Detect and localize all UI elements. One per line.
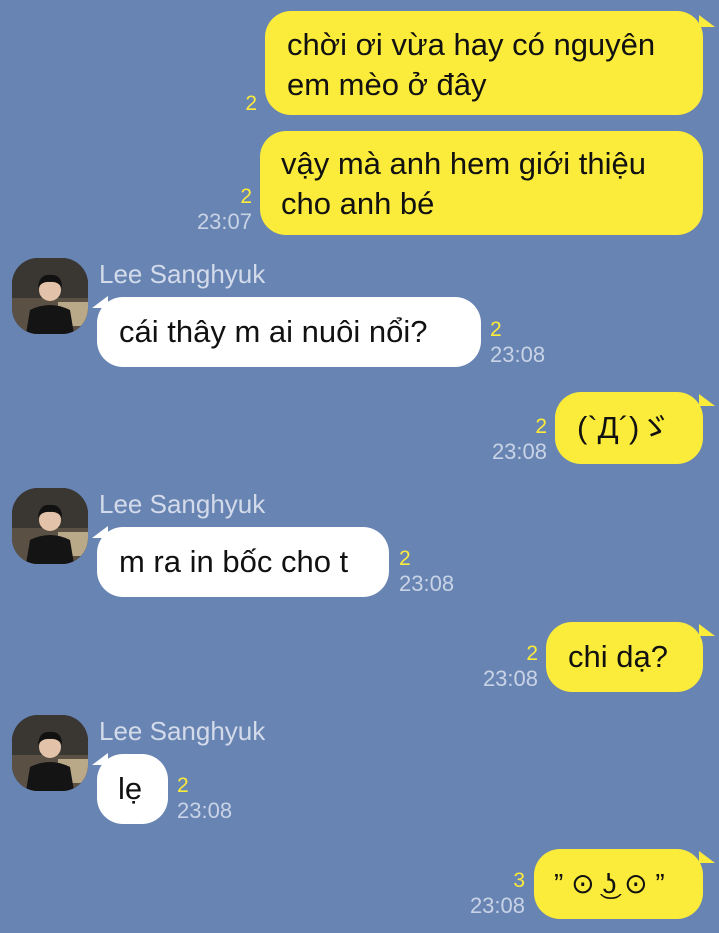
timestamp: 23:07 bbox=[196, 209, 252, 234]
profile-photo-icon bbox=[12, 488, 88, 564]
timestamp: 23:08 bbox=[469, 893, 525, 918]
avatar[interactable] bbox=[12, 488, 88, 564]
message-meta: 2 23:08 bbox=[490, 318, 545, 368]
bubble-tail bbox=[699, 15, 715, 27]
message-meta: 2 23:08 bbox=[177, 774, 232, 824]
message-meta: 2 23:08 bbox=[399, 547, 454, 597]
timestamp: 23:08 bbox=[491, 439, 547, 464]
message-meta: 2 bbox=[200, 92, 257, 116]
message-bubble[interactable]: m ra in bốc cho t bbox=[97, 527, 389, 597]
message-meta: 3 23:08 bbox=[460, 869, 525, 919]
message-text-line: em mèo ở đây bbox=[287, 67, 487, 102]
message-text-line: cho anh bé bbox=[281, 186, 435, 221]
bubble-tail bbox=[699, 394, 715, 406]
timestamp: 23:08 bbox=[399, 571, 455, 596]
unread-count: 2 bbox=[240, 185, 252, 208]
message-text-line: chời ơi vừa hay có nguyên bbox=[287, 27, 656, 62]
avatar[interactable] bbox=[12, 715, 88, 791]
unread-count: 2 bbox=[526, 642, 538, 665]
message-bubble[interactable]: vậy mà anh hem giới thiệu cho anh bé bbox=[260, 131, 703, 235]
message-bubble[interactable]: chi dạ? bbox=[546, 622, 703, 692]
bubble-tail bbox=[699, 624, 715, 636]
profile-photo-icon bbox=[12, 715, 88, 791]
message-bubble[interactable]: lẹ bbox=[97, 754, 168, 824]
bubble-tail bbox=[699, 851, 715, 863]
unread-count: 2 bbox=[399, 547, 411, 570]
sender-name: Lee Sanghyuk bbox=[99, 489, 266, 519]
timestamp: 23:08 bbox=[177, 798, 233, 823]
timestamp: 23:08 bbox=[482, 666, 538, 691]
unread-count: 2 bbox=[490, 318, 502, 341]
unread-count: 2 bbox=[245, 92, 257, 115]
unread-count: 2 bbox=[535, 415, 547, 438]
profile-photo-icon bbox=[12, 258, 88, 334]
unread-count: 2 bbox=[177, 774, 189, 797]
message-bubble[interactable]: ” ⊙ ͜ʖ ⊙ ” bbox=[534, 849, 703, 919]
message-bubble[interactable]: chời ơi vừa hay có nguyên em mèo ở đây bbox=[265, 11, 703, 115]
sender-name: Lee Sanghyuk bbox=[99, 716, 266, 746]
message-text-line: vậy mà anh hem giới thiệu bbox=[281, 146, 646, 181]
message-meta: 2 23:08 bbox=[470, 642, 538, 692]
message-bubble[interactable]: cái thây m ai nuôi nổi? bbox=[97, 297, 481, 367]
sender-name: Lee Sanghyuk bbox=[99, 259, 266, 289]
message-bubble[interactable]: (`Д´)ゞ bbox=[555, 392, 703, 464]
avatar[interactable] bbox=[12, 258, 88, 334]
message-meta: 2 23:07 bbox=[186, 185, 252, 235]
message-meta: 2 23:08 bbox=[480, 415, 547, 465]
timestamp: 23:08 bbox=[490, 342, 546, 367]
unread-count: 3 bbox=[513, 869, 525, 892]
